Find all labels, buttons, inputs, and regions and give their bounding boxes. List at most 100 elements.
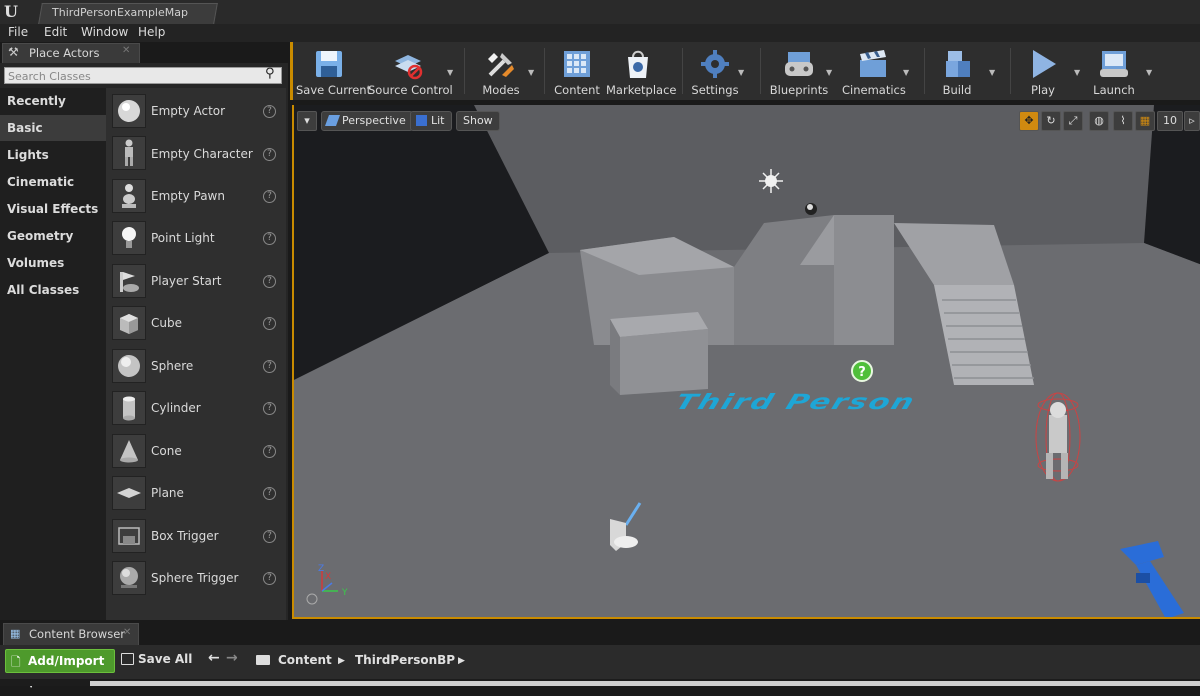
clapperboard-icon bbox=[860, 50, 886, 77]
save-icon bbox=[316, 51, 342, 77]
viewport-options-dropdown-icon[interactable]: ▾ bbox=[297, 111, 317, 131]
grid-snap-value[interactable]: 10 bbox=[1157, 111, 1183, 131]
category-all-classes[interactable]: All Classes bbox=[0, 277, 106, 303]
rotate-icon[interactable]: ↻ bbox=[1041, 111, 1061, 131]
help-icon[interactable]: ? bbox=[263, 317, 276, 330]
breadcrumb-content[interactable]: Content bbox=[278, 653, 332, 667]
help-icon[interactable]: ? bbox=[263, 190, 276, 203]
help-icon[interactable]: ? bbox=[263, 487, 276, 500]
content-button[interactable]: Content bbox=[552, 44, 602, 100]
box-trigger-icon[interactable] bbox=[112, 519, 146, 553]
actor-sphere[interactable]: Sphere bbox=[151, 359, 193, 373]
actor-empty-actor[interactable]: Empty Actor bbox=[151, 104, 225, 118]
empty-actor-icon[interactable] bbox=[112, 94, 146, 128]
category-visual-effects[interactable]: Visual Effects bbox=[0, 196, 106, 222]
category-cinematic[interactable]: Cinematic bbox=[0, 169, 106, 195]
close-icon[interactable]: ✕ bbox=[123, 627, 131, 638]
build-button[interactable]: Build bbox=[932, 44, 982, 100]
sphere-trigger-icon[interactable] bbox=[112, 561, 146, 595]
save-all-button[interactable]: Save All bbox=[138, 652, 192, 666]
save-current-button[interactable]: Save Current bbox=[296, 44, 371, 100]
source-control-dropdown-icon[interactable]: ▼ bbox=[447, 68, 453, 77]
help-icon[interactable]: ? bbox=[263, 105, 276, 118]
actor-cylinder[interactable]: Cylinder bbox=[151, 401, 201, 415]
player-start-icon[interactable] bbox=[112, 264, 146, 298]
help-icon[interactable]: ? bbox=[263, 572, 276, 585]
lit-button[interactable]: Lit bbox=[410, 111, 452, 131]
forward-arrow-icon[interactable]: → bbox=[226, 650, 238, 666]
help-icon[interactable]: ? bbox=[263, 232, 276, 245]
bottom-tab-bar bbox=[0, 621, 1200, 645]
menu-edit[interactable]: Edit bbox=[44, 25, 67, 39]
translate-icon[interactable]: ✥ bbox=[1019, 111, 1039, 131]
build-dropdown-icon[interactable]: ▼ bbox=[989, 68, 995, 77]
plane-icon[interactable] bbox=[112, 476, 146, 510]
help-icon[interactable]: ? bbox=[263, 360, 276, 373]
breadcrumb-thirdpersonbp[interactable]: ThirdPersonBP bbox=[355, 653, 455, 667]
actor-plane[interactable]: Plane bbox=[151, 486, 184, 500]
toolbar-separator bbox=[760, 48, 761, 94]
svg-text:Z: Z bbox=[318, 564, 324, 574]
marketplace-button[interactable]: Marketplace bbox=[606, 44, 676, 100]
close-icon[interactable]: ✕ bbox=[122, 45, 130, 56]
launch-button[interactable]: Launch bbox=[1088, 44, 1140, 100]
document-tab-label: ThirdPersonExampleMap bbox=[52, 6, 188, 19]
content-area-edge bbox=[90, 681, 1200, 686]
actor-sphere-trigger[interactable]: Sphere Trigger bbox=[151, 571, 238, 585]
help-icon[interactable]: ? bbox=[263, 445, 276, 458]
actor-point-light[interactable]: Point Light bbox=[151, 231, 215, 245]
play-button[interactable]: Play bbox=[1018, 44, 1068, 100]
actor-empty-pawn[interactable]: Empty Pawn bbox=[151, 189, 225, 203]
category-volumes[interactable]: Volumes bbox=[0, 250, 106, 276]
world-local-icon[interactable]: ◍ bbox=[1089, 111, 1109, 131]
grid-snap-icon[interactable]: ▦ bbox=[1135, 111, 1155, 131]
blueprints-dropdown-icon[interactable]: ▼ bbox=[826, 68, 832, 77]
source-control-button[interactable]: Source Control bbox=[368, 44, 453, 100]
actor-cone[interactable]: Cone bbox=[151, 444, 182, 458]
help-icon[interactable]: ? bbox=[263, 148, 276, 161]
surface-snap-icon[interactable]: ⌇ bbox=[1113, 111, 1133, 131]
perspective-button[interactable]: Perspective bbox=[321, 111, 413, 131]
category-lights[interactable]: Lights bbox=[0, 142, 106, 168]
menu-help[interactable]: Help bbox=[138, 25, 165, 39]
settings-button[interactable]: Settings bbox=[690, 44, 740, 100]
category-basic[interactable]: Basic bbox=[0, 115, 106, 141]
actor-box-trigger[interactable]: Box Trigger bbox=[151, 529, 219, 543]
level-viewport[interactable]: ? X Y Z bbox=[292, 105, 1200, 619]
actor-player-start[interactable]: Player Start bbox=[151, 274, 221, 288]
cone-icon[interactable] bbox=[112, 434, 146, 468]
menu-file[interactable]: File bbox=[8, 25, 28, 39]
back-arrow-icon[interactable]: ← bbox=[208, 650, 220, 666]
show-button[interactable]: Show bbox=[456, 111, 500, 131]
actor-cube[interactable]: Cube bbox=[151, 316, 182, 330]
search-icon[interactable]: ⚲ bbox=[265, 66, 275, 81]
menu-bar bbox=[0, 24, 1200, 42]
blueprints-button[interactable]: Blueprints bbox=[768, 44, 830, 100]
actor-empty-character[interactable]: Empty Character bbox=[151, 147, 253, 161]
help-icon[interactable]: ? bbox=[263, 530, 276, 543]
cinematics-button[interactable]: Cinematics bbox=[842, 44, 906, 100]
settings-dropdown-icon[interactable]: ▼ bbox=[738, 68, 744, 77]
point-light-icon[interactable] bbox=[112, 221, 146, 255]
play-dropdown-icon[interactable]: ▼ bbox=[1074, 68, 1080, 77]
help-icon[interactable]: ? bbox=[263, 275, 276, 288]
rotation-snap-icon[interactable]: ▹ bbox=[1184, 111, 1200, 131]
modes-dropdown-icon[interactable]: ▼ bbox=[528, 68, 534, 77]
add-import-button[interactable]: Add/Import ▼ bbox=[5, 649, 115, 689]
content-browser-icon: ▦ bbox=[10, 627, 21, 640]
cinematics-dropdown-icon[interactable]: ▼ bbox=[903, 68, 909, 77]
sphere-icon[interactable] bbox=[112, 349, 146, 383]
cylinder-icon[interactable] bbox=[112, 391, 146, 425]
search-classes-input[interactable] bbox=[8, 69, 258, 83]
cube-icon[interactable] bbox=[112, 306, 146, 340]
play-icon bbox=[1033, 50, 1056, 78]
empty-character-icon[interactable] bbox=[112, 136, 146, 170]
empty-pawn-icon[interactable] bbox=[112, 179, 146, 213]
category-recently-placed[interactable]: Recently Placed bbox=[0, 88, 106, 134]
category-geometry[interactable]: Geometry bbox=[0, 223, 106, 249]
scale-icon[interactable]: ⤢ bbox=[1063, 111, 1083, 131]
menu-window[interactable]: Window bbox=[81, 25, 128, 39]
launch-dropdown-icon[interactable]: ▼ bbox=[1146, 68, 1152, 77]
help-icon[interactable]: ? bbox=[263, 402, 276, 415]
modes-button[interactable]: Modes bbox=[474, 44, 528, 100]
